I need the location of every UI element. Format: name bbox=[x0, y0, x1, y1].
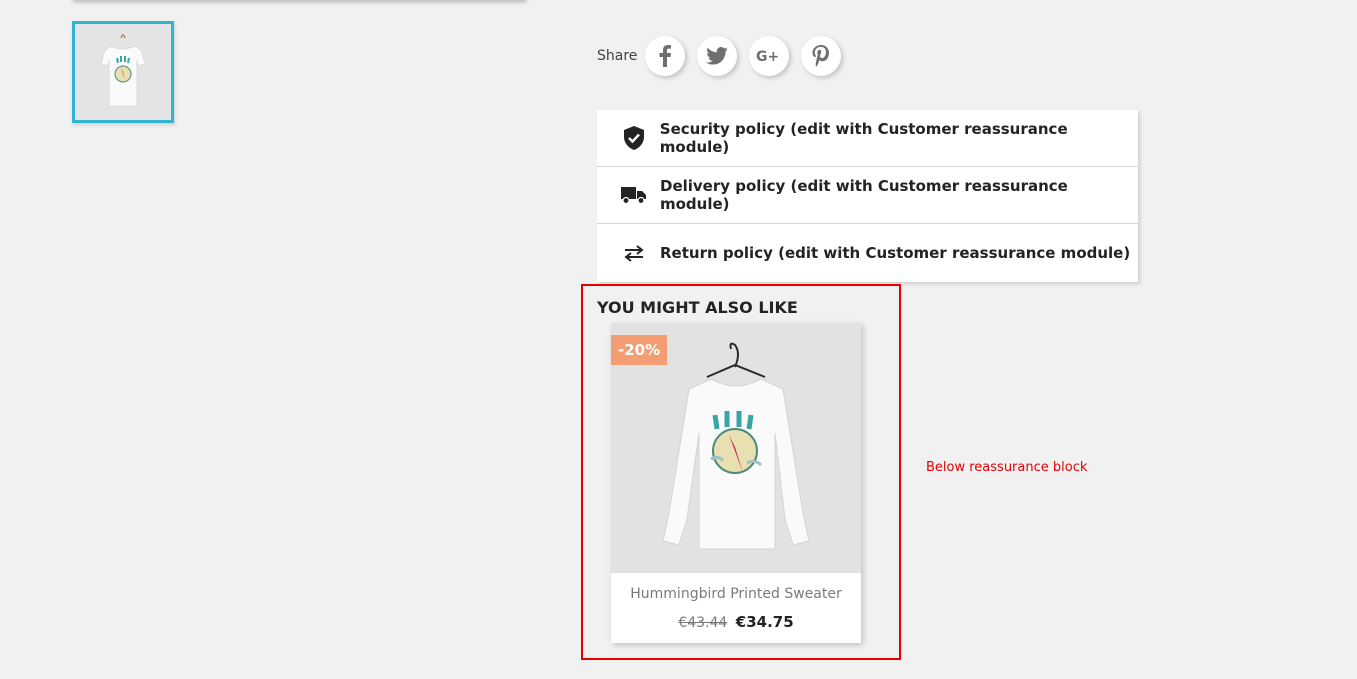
product-name-link[interactable]: Hummingbird Printed Sweater bbox=[611, 586, 861, 602]
shield-check-icon bbox=[621, 126, 647, 150]
swap-arrows-icon bbox=[621, 244, 647, 262]
reassurance-label: Delivery policy (edit with Customer reas… bbox=[660, 177, 1068, 213]
related-products-title: YOU MIGHT ALSO LIKE bbox=[597, 298, 798, 317]
reassurance-item-return: Return policy (edit with Customer reassu… bbox=[597, 224, 1138, 282]
svg-text:G+: G+ bbox=[756, 49, 779, 64]
hook-position-note: Below reassurance block bbox=[926, 460, 1088, 475]
reassurance-label: Security policy (edit with Customer reas… bbox=[659, 120, 1068, 156]
share-label: Share bbox=[597, 48, 638, 64]
reassurance-block: Security policy (edit with Customer reas… bbox=[597, 110, 1138, 282]
google-plus-icon: G+ bbox=[756, 49, 779, 64]
reassurance-item-delivery: Delivery policy (edit with Customer reas… bbox=[597, 167, 1138, 224]
reassurance-item-security: Security policy (edit with Customer reas… bbox=[597, 110, 1138, 167]
reassurance-label: Return policy (edit with Customer reassu… bbox=[660, 244, 1131, 262]
discount-badge: -20% bbox=[611, 335, 668, 365]
facebook-icon bbox=[659, 45, 672, 67]
product-prices: €43.44 €34.75 bbox=[611, 613, 861, 631]
social-share: Share G+ bbox=[597, 36, 853, 76]
pinterest-icon bbox=[812, 45, 830, 67]
share-googleplus-button[interactable]: G+ bbox=[749, 36, 790, 76]
tshirt-image bbox=[75, 24, 171, 120]
regular-price: €43.44 bbox=[678, 615, 728, 631]
product-card[interactable]: -20% Hummingbird Printed Sweater €43.44 … bbox=[611, 323, 861, 643]
share-twitter-button[interactable] bbox=[697, 36, 738, 76]
truck-icon bbox=[621, 186, 647, 204]
share-facebook-button[interactable] bbox=[645, 36, 686, 76]
product-thumbnail[interactable] bbox=[72, 21, 174, 123]
twitter-icon bbox=[706, 47, 729, 65]
product-image[interactable]: -20% bbox=[611, 323, 861, 573]
share-pinterest-button[interactable] bbox=[801, 36, 842, 76]
sale-price: €34.75 bbox=[735, 613, 794, 631]
